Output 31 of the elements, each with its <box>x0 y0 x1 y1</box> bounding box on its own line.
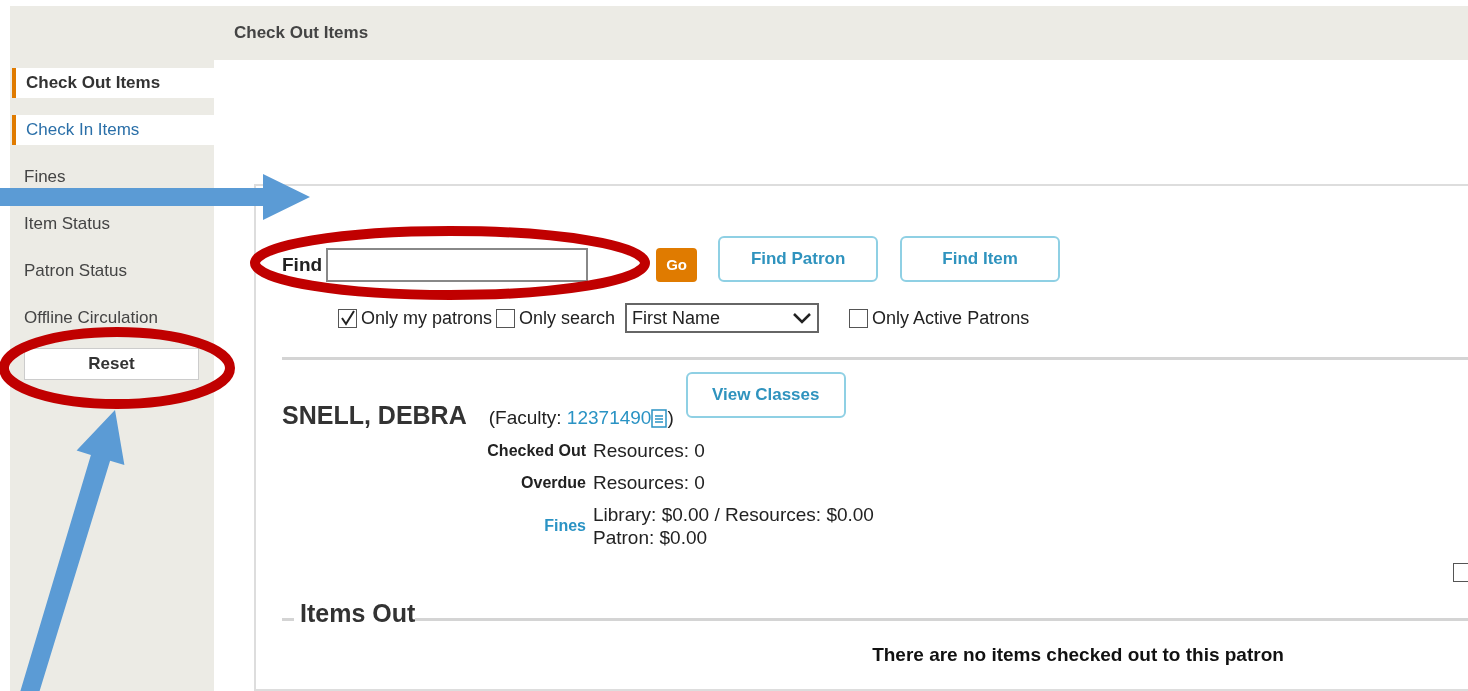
stat-label: Overdue <box>520 472 587 493</box>
stat-value: Patron: $0.00 <box>593 525 709 549</box>
empty-message: There are no items checked out to this patron <box>872 642 1284 667</box>
chevron-down-icon <box>792 312 813 324</box>
option-label: Only search <box>519 306 616 330</box>
option-label: Only Active Patrons <box>872 306 1030 330</box>
search-field-select[interactable]: First Name <box>625 303 820 333</box>
stat-value: Resources: 0 <box>593 439 705 462</box>
sidebar-item[interactable]: Item Status <box>10 209 214 239</box>
checkbox[interactable] <box>338 308 357 328</box>
sidebar-item[interactable]: Patron Status <box>10 256 214 286</box>
checkbox[interactable] <box>1453 562 1468 582</box>
sidebar-item[interactable]: Offline Circulation <box>10 303 214 333</box>
reset-button[interactable]: Reset <box>24 348 199 380</box>
stat-value: Library: $0.00 / Resources: $0.00 <box>593 502 874 526</box>
sidebar-item[interactable]: Fines <box>10 162 214 192</box>
option-label: Only my patrons <box>361 306 493 330</box>
patron-id-link[interactable]: 12371490 <box>566 404 652 433</box>
stat-label: Checked Out <box>486 440 587 461</box>
patron-type-close: ) <box>667 406 674 430</box>
sidebar-item[interactable]: Check In Items <box>12 115 214 145</box>
page-title: Check Out Items <box>234 22 369 45</box>
patron-name: SNELL, DEBRA <box>282 400 467 431</box>
stat-value: Resources: 0 <box>593 471 705 494</box>
section-title: Items Out <box>300 598 416 627</box>
checkbox[interactable] <box>496 308 516 328</box>
find-label: Find <box>282 252 323 277</box>
sidebar-item[interactable]: Check Out Items <box>12 68 214 98</box>
patron-type: (Faculty: <box>488 406 563 430</box>
checkbox[interactable] <box>849 308 869 328</box>
find-field[interactable] <box>326 248 589 282</box>
